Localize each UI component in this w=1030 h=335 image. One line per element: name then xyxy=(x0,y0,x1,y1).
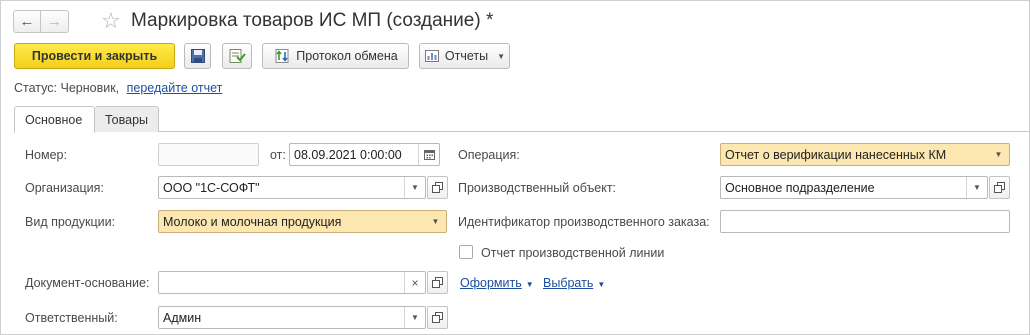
document-window: ← → ☆ Маркировка товаров ИС МП (создание… xyxy=(0,0,1030,335)
chevron-down-icon[interactable]: ▼ xyxy=(966,177,987,198)
exchange-log-icon xyxy=(275,49,289,63)
reports-label: Отчеты xyxy=(444,49,489,63)
post-and-close-button[interactable]: Провести и закрыть xyxy=(14,43,175,69)
post-button[interactable] xyxy=(222,43,252,69)
organization-label: Организация: xyxy=(25,181,104,195)
open-responsible-button[interactable] xyxy=(427,306,448,329)
operation-label: Операция: xyxy=(458,148,520,162)
open-organization-button[interactable] xyxy=(427,176,448,199)
open-production-object-button[interactable] xyxy=(989,176,1010,199)
arrow-left-icon: ← xyxy=(19,13,35,30)
chevron-down-icon[interactable]: ▼ xyxy=(404,307,425,328)
chevron-down-icon: ▼ xyxy=(497,51,506,61)
post-icon xyxy=(229,49,246,63)
issue-link[interactable]: Оформить ▼ xyxy=(460,276,534,290)
save-icon xyxy=(190,49,205,63)
date-field[interactable]: 08.09.2021 0:00:00 xyxy=(289,143,440,166)
number-label: Номер: xyxy=(25,148,67,162)
production-line-report-checkbox[interactable] xyxy=(459,245,473,259)
chevron-down-icon[interactable]: ▼ xyxy=(404,177,425,198)
operation-field[interactable]: Отчет о верификации нанесенных КМ ▼ xyxy=(720,143,1010,166)
tab-goods[interactable]: Товары xyxy=(95,106,159,132)
organization-field[interactable]: ООО "1С-СОФТ" ▼ xyxy=(158,176,426,199)
status-line: Статус: Черновик, передайте отчет xyxy=(14,81,222,95)
product-type-label: Вид продукции: xyxy=(25,215,116,229)
status-value: Черновик, xyxy=(60,81,120,95)
production-object-label: Производственный объект: xyxy=(458,181,617,195)
open-form-icon xyxy=(432,312,443,323)
clear-icon[interactable]: × xyxy=(404,272,425,293)
forward-button[interactable]: → xyxy=(41,10,69,33)
open-form-icon xyxy=(432,182,443,193)
product-type-field[interactable]: Молоко и молочная продукция ▼ xyxy=(158,210,447,233)
exchange-log-button[interactable]: Протокол обмена xyxy=(262,43,409,69)
production-object-field[interactable]: Основное подразделение ▼ xyxy=(720,176,988,199)
tab-divider xyxy=(14,131,1029,132)
select-link[interactable]: Выбрать ▼ xyxy=(543,276,605,290)
production-order-id-label: Идентификатор производственного заказа: xyxy=(458,215,710,229)
chevron-down-icon: ▼ xyxy=(597,280,606,289)
chevron-down-icon[interactable]: ▼ xyxy=(988,144,1009,165)
date-label: от: xyxy=(270,148,286,162)
chevron-down-icon[interactable]: ▼ xyxy=(425,211,446,232)
send-report-link[interactable]: передайте отчет xyxy=(127,81,223,95)
arrow-right-icon: → xyxy=(47,13,62,30)
exchange-log-label: Протокол обмена xyxy=(296,49,398,63)
page-title: Маркировка товаров ИС МП (создание) * xyxy=(131,10,494,31)
open-form-icon xyxy=(432,277,443,288)
number-field xyxy=(158,143,259,166)
production-order-id-field[interactable] xyxy=(720,210,1010,233)
back-button[interactable]: ← xyxy=(13,10,41,33)
production-line-report-label: Отчет производственной линии xyxy=(481,246,665,260)
open-base-document-button[interactable] xyxy=(427,271,448,294)
tab-main[interactable]: Основное xyxy=(14,106,95,133)
open-form-icon xyxy=(994,182,1005,193)
responsible-label: Ответственный: xyxy=(25,311,118,325)
calendar-icon[interactable] xyxy=(418,144,439,165)
base-document-label: Документ-основание: xyxy=(25,276,150,290)
responsible-field[interactable]: Админ ▼ xyxy=(158,306,426,329)
reports-button[interactable]: Отчеты ▼ xyxy=(419,43,510,69)
base-document-field[interactable]: × xyxy=(158,271,426,294)
save-button[interactable] xyxy=(184,43,211,69)
status-label: Статус: xyxy=(14,81,57,95)
reports-icon xyxy=(424,50,439,62)
chevron-down-icon: ▼ xyxy=(525,280,534,289)
star-icon[interactable]: ☆ xyxy=(101,9,121,33)
